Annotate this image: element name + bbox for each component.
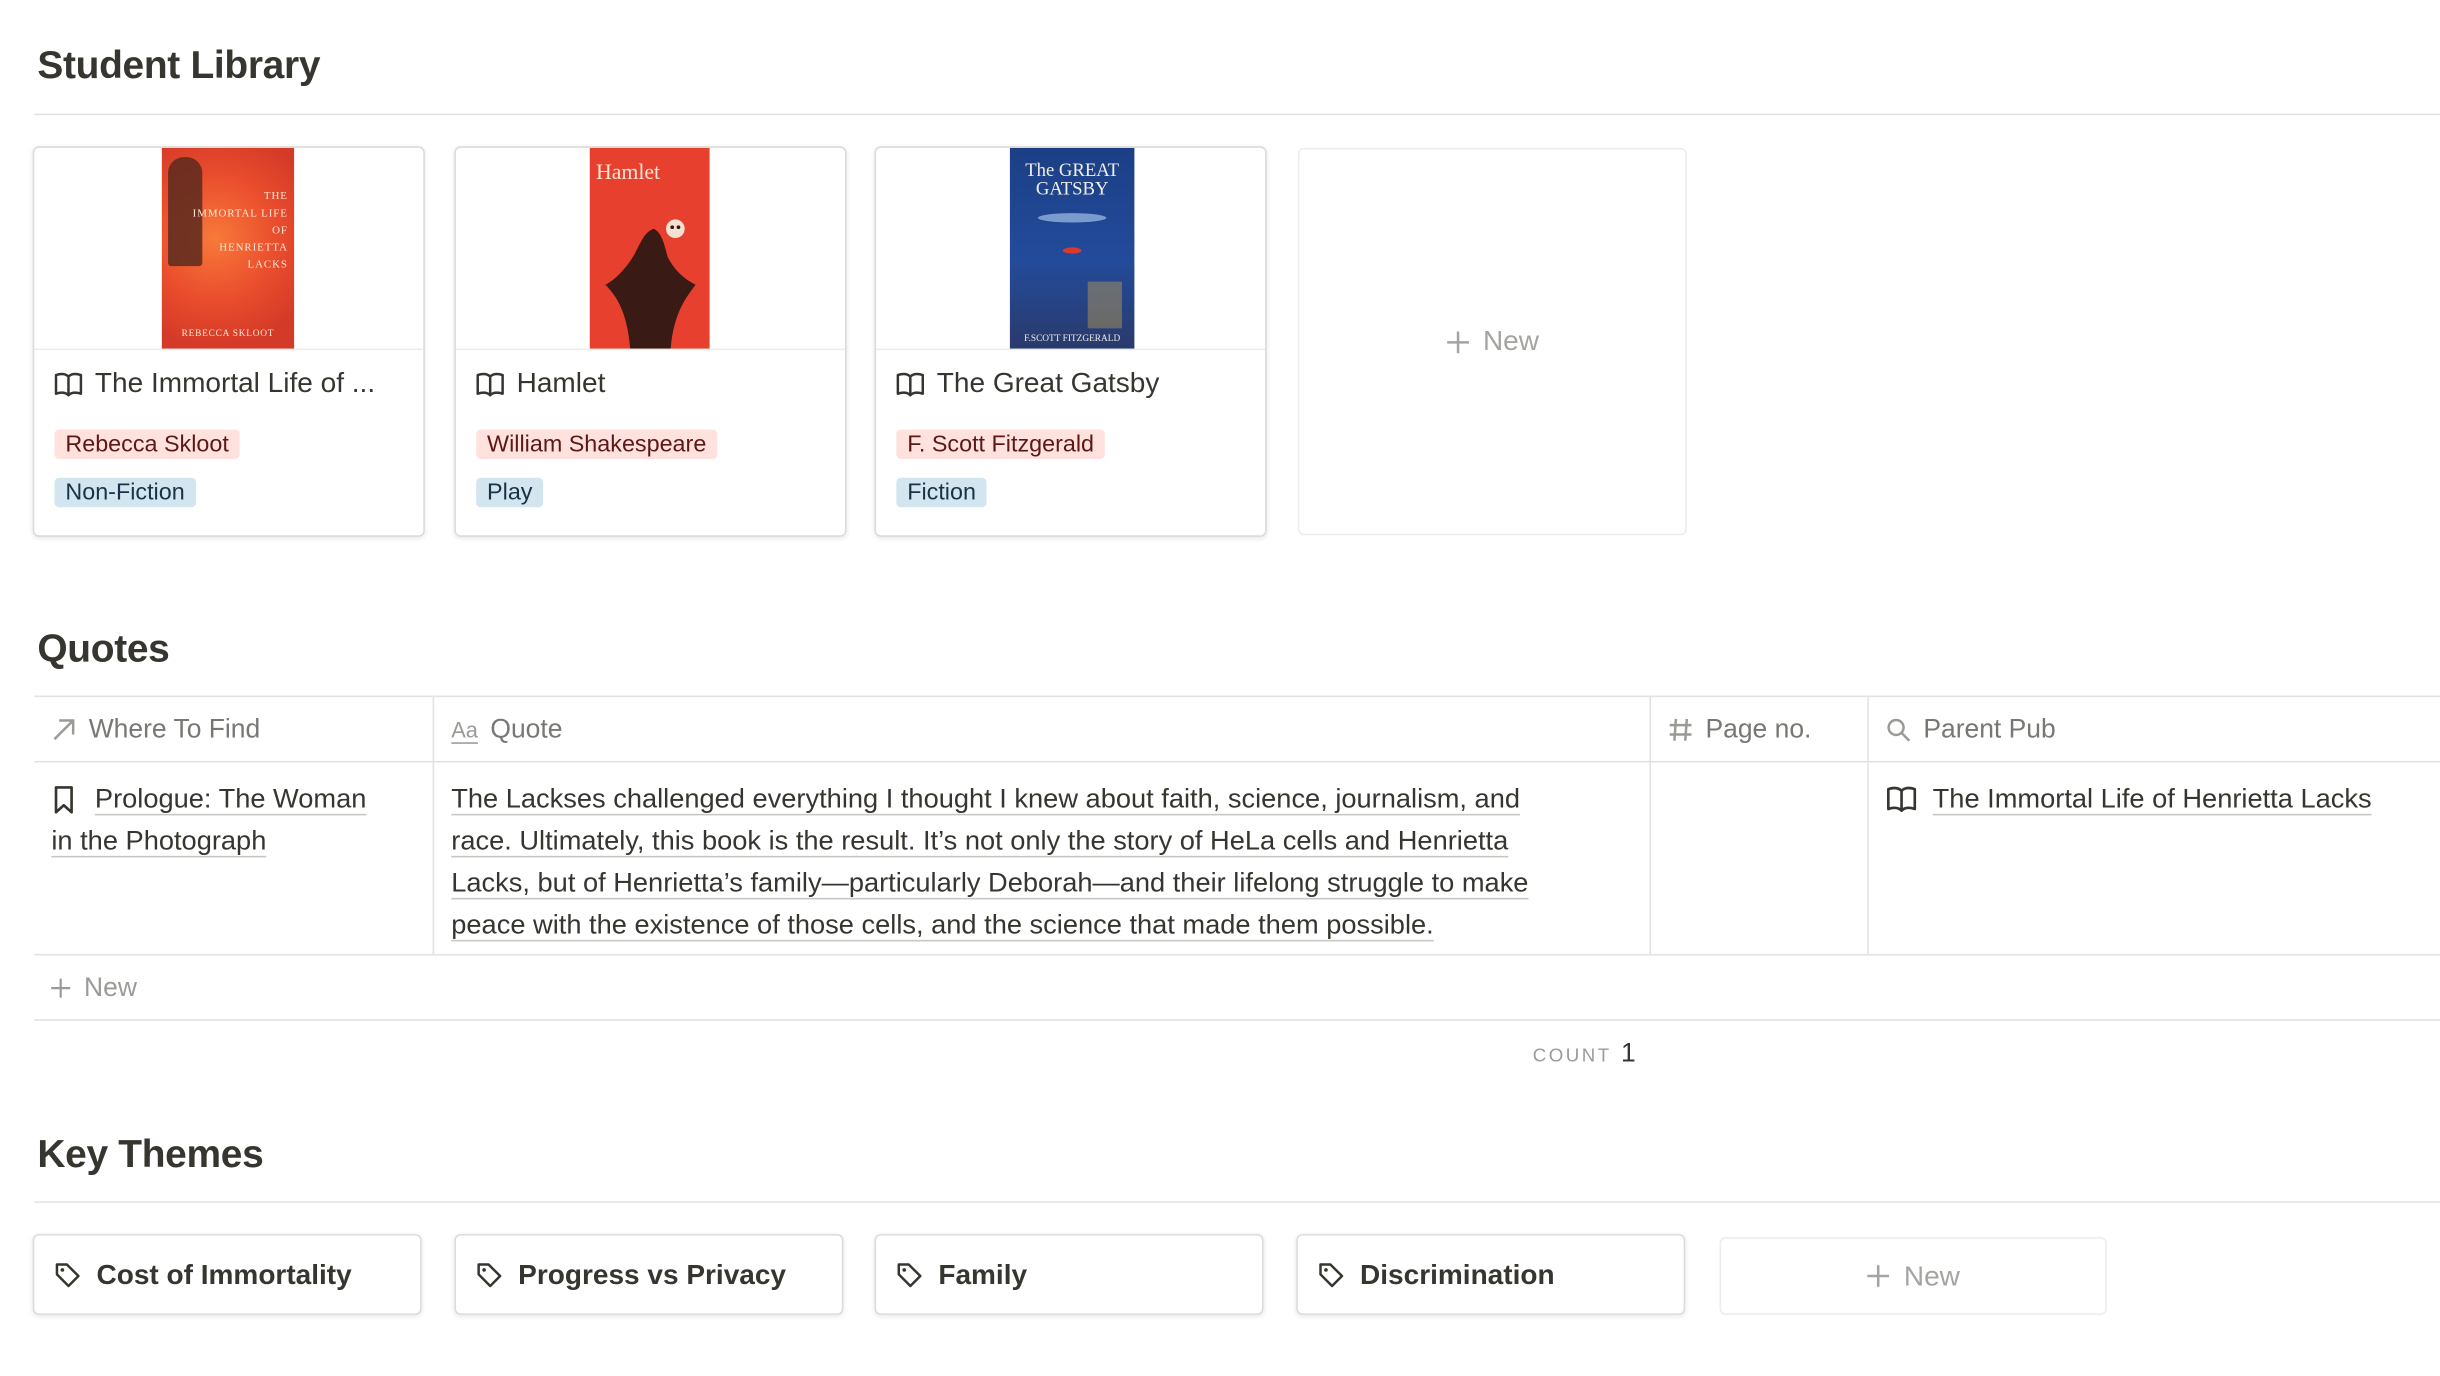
cover-text: LACKS [247,258,288,271]
card-title: The Great Gatsby [896,367,1159,400]
column-label: Page no. [1705,713,1812,744]
plus-icon [50,977,72,999]
bookmark-icon [51,785,76,813]
book-open-icon [54,371,83,396]
column-header-parent-pub[interactable]: Parent Pub [1868,695,2440,763]
count-label: COUNT [1532,1044,1612,1066]
tag-icon [896,1261,922,1287]
table-count[interactable]: COUNT 1 [1533,1038,1636,1069]
quote-line: race. Ultimately, this book is the resul… [451,824,1509,856]
column-header-where-to-find[interactable]: Where To Find [34,695,435,763]
genre-tag: Play [476,477,544,508]
plus-icon [1867,1264,1892,1289]
cover-text: IMMORTAL LIFE [192,206,288,220]
tag-icon [1318,1261,1344,1287]
cover-text: GATSBY [1035,177,1109,200]
cover-text: Hamlet [595,161,661,186]
cover-text: The GREAT [1025,158,1120,181]
new-label: New [1482,325,1539,357]
cell-parent-pub[interactable]: The Immortal Life of Henrietta Lacks [1868,762,2440,956]
genre-tag: Non-Fiction [54,477,196,508]
book-cover-image: THE IMMORTAL LIFE OF HENRIETTA LACKS REB… [161,147,295,349]
plus-icon [1446,329,1471,354]
theme-label: Progress vs Privacy [518,1258,787,1290]
theme-label: Family [938,1258,1028,1290]
cover-text: HENRIETTA [219,241,288,254]
text-aa-icon: Aa [451,716,478,742]
parent-pub-link[interactable]: The Immortal Life of Henrietta Lacks [1933,778,2372,820]
hash-icon [1668,717,1693,742]
book-open-icon [476,371,504,396]
card-cover: THE IMMORTAL LIFE OF HENRIETTA LACKS REB… [34,147,424,351]
library-title: Student Library [37,43,321,88]
card-cover: Hamlet [455,147,845,351]
book-open-icon [896,371,925,396]
theme-card[interactable]: Progress vs Privacy [454,1233,844,1315]
gallery-card-immortal-life[interactable]: THE IMMORTAL LIFE OF HENRIETTA LACKS REB… [32,146,425,537]
gallery-new-button[interactable]: New [1297,147,1687,536]
table-new-row-button[interactable]: New [34,957,2440,1021]
gallery-card-hamlet[interactable]: Hamlet Hamlet William Shakespeare Play [454,146,847,537]
genre-tag: Fiction [896,477,987,508]
quote-line: peace with the existence of those cells,… [451,908,1434,940]
gallery-card-great-gatsby[interactable]: The GREAT GATSBY F.SCOTT FITZGERALD The … [874,146,1267,537]
themes-title: Key Themes [37,1132,264,1177]
book-cover-image: Hamlet [589,147,710,349]
author-tag: William Shakespeare [476,429,718,460]
tag-icon [476,1261,502,1287]
cover-author: F.SCOTT FITZGERALD [1024,334,1121,344]
quotes-title: Quotes [37,627,170,671]
tag-icon [54,1261,80,1287]
cell-page-no[interactable] [1651,762,1869,956]
where-link-line[interactable]: in the Photograph [51,825,266,856]
theme-card[interactable]: Discrimination [1296,1233,1686,1315]
table-row[interactable]: Prologue: The Woman in the Photograph Th… [34,762,2440,956]
card-title: Hamlet [476,367,605,400]
count-value: 1 [1620,1037,1636,1068]
book-title: The Great Gatsby [936,367,1160,399]
author-tag: F. Scott Fitzgerald [896,429,1105,460]
cover-text: THE [263,189,288,203]
cover-author: REBECCA SKLOOT [181,329,275,340]
column-header-quote[interactable]: Aa Quote [434,695,1652,763]
card-title: The Immortal Life of ... [54,367,375,400]
quote-line: Lacks, but of Henrietta’s family—particu… [451,866,1529,898]
column-label: Quote [490,713,563,744]
book-title: Hamlet [516,367,606,399]
cell-where-to-find[interactable]: Prologue: The Woman in the Photograph [34,762,435,956]
book-title: The Immortal Life of ... [94,367,376,399]
card-cover: The GREAT GATSBY F.SCOTT FITZGERALD [876,147,1266,351]
column-label: Parent Pub [1923,713,2056,744]
theme-card[interactable]: Cost of Immortality [32,1233,422,1315]
cover-text: OF [272,224,288,237]
search-icon [1886,717,1911,742]
author-tag: Rebecca Skloot [54,429,240,460]
themes-new-button[interactable]: New [1719,1237,2107,1315]
theme-card[interactable]: Family [874,1233,1264,1315]
column-label: Where To Find [88,713,261,744]
book-open-icon [1886,786,1917,812]
theme-label: Cost of Immortality [96,1258,352,1290]
themes-divider [34,1201,2440,1203]
where-link-line[interactable]: Prologue: The Woman [95,778,366,820]
new-label: New [84,972,137,1003]
column-header-page-no[interactable]: Page no. [1651,695,1869,763]
library-divider [34,113,2440,116]
cell-quote[interactable]: The Lackses challenged everything I thou… [434,762,1652,956]
quote-line: The Lackses challenged everything I thou… [451,782,1521,814]
new-label: New [1903,1259,1960,1291]
book-cover-image: The GREAT GATSBY F.SCOTT FITZGERALD [1009,147,1135,349]
arrow-up-right-icon [51,717,76,742]
theme-label: Discrimination [1360,1258,1555,1290]
table-header: Where To Find Aa Quote Page no. Parent P… [34,695,2440,763]
